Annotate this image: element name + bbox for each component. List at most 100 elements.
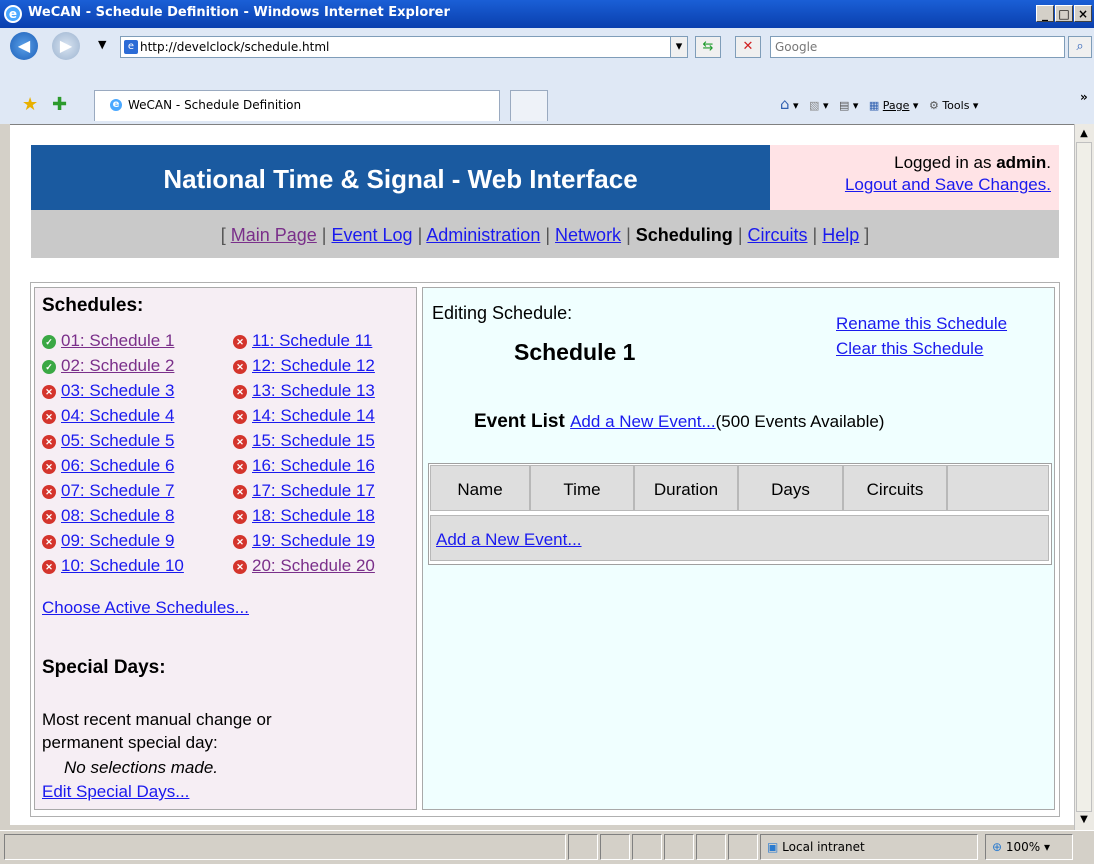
schedule-link[interactable]: 16: Schedule 16: [252, 456, 375, 475]
nav-circuits[interactable]: Circuits: [748, 225, 808, 245]
search-icon[interactable]: ⌕: [1068, 36, 1092, 58]
nav-help[interactable]: Help: [822, 225, 859, 245]
refresh-icon[interactable]: ⇆: [695, 36, 721, 58]
scroll-down-icon[interactable]: ▼: [1074, 812, 1094, 828]
security-zone[interactable]: ▣ Local intranet: [760, 834, 978, 860]
tools-menu[interactable]: Tools: [942, 99, 969, 112]
feeds-icon[interactable]: ▧: [809, 99, 819, 112]
command-bar: ⌂ ▾ ▧ ▾ ▤ ▾ ▦ Page ▾ ⚙ Tools ▾: [780, 95, 979, 113]
schedule-item: ✓ 02: Schedule 2: [42, 356, 184, 381]
schedule-link[interactable]: 02: Schedule 2: [61, 356, 174, 375]
nav-scheduling-current: Scheduling: [635, 225, 733, 245]
main-nav: [ Main Page | Event Log | Administration…: [31, 210, 1059, 258]
history-dropdown-icon[interactable]: ▼: [98, 38, 106, 51]
maximize-button[interactable]: □: [1055, 5, 1073, 22]
editing-schedule-label: Editing Schedule:: [432, 303, 573, 323]
status-cell: [568, 834, 598, 860]
schedule-list-col-1: ✓ 01: Schedule 1 ✓ 02: Schedule 2 ✕ 03: Sched…: [42, 331, 184, 581]
schedule-item: ✕ 19: Schedule 19: [233, 531, 375, 556]
window-title: WeCAN - Schedule Definition - Windows In…: [28, 5, 450, 20]
x-circle-icon: ✕: [233, 485, 247, 499]
forward-arrow-icon[interactable]: ▶: [52, 32, 80, 60]
status-text: [4, 834, 566, 860]
nav-network[interactable]: Network: [555, 225, 621, 245]
x-circle-icon: ✕: [233, 410, 247, 424]
favorites-star-icon[interactable]: ★: [22, 94, 38, 115]
nav-event-log[interactable]: Event Log: [332, 225, 413, 245]
edit-special-days-link[interactable]: Edit Special Days...: [42, 782, 189, 802]
chevron-more-icon[interactable]: »: [1080, 90, 1088, 104]
nav-bracket: ]: [864, 225, 870, 245]
schedules-heading: Schedules:: [42, 295, 144, 316]
schedule-link[interactable]: 03: Schedule 3: [61, 381, 174, 400]
schedule-link[interactable]: 18: Schedule 18: [252, 506, 375, 525]
address-dropdown-icon[interactable]: ▾: [670, 36, 688, 58]
schedule-item: ✕ 08: Schedule 8: [42, 506, 184, 531]
scrollbar-thumb[interactable]: [1076, 142, 1092, 812]
choose-active-schedules-link[interactable]: Choose Active Schedules...: [42, 598, 249, 618]
schedule-item: ✕ 16: Schedule 16: [233, 456, 375, 481]
column-header-time: Time: [530, 465, 634, 511]
schedule-item: ✕ 17: Schedule 17: [233, 481, 375, 506]
x-circle-icon: ✕: [233, 335, 247, 349]
schedule-item: ✕ 13: Schedule 13: [233, 381, 375, 406]
status-cell: [600, 834, 630, 860]
schedule-item: ✕ 04: Schedule 4: [42, 406, 184, 431]
schedule-list-col-2: ✕ 11: Schedule 11 ✕ 12: Schedule 12 ✕ 13: Sch…: [233, 331, 375, 581]
status-cell: [696, 834, 726, 860]
print-icon[interactable]: ▤: [839, 99, 849, 112]
home-icon[interactable]: ⌂: [780, 95, 790, 113]
zoom-control[interactable]: ⊕ 100% ▾: [985, 834, 1073, 860]
schedule-link[interactable]: 09: Schedule 9: [61, 531, 174, 550]
new-tab-button[interactable]: [510, 90, 548, 121]
schedule-link[interactable]: 10: Schedule 10: [61, 556, 184, 575]
schedule-link[interactable]: 20: Schedule 20: [252, 556, 375, 575]
schedule-link[interactable]: 19: Schedule 19: [252, 531, 375, 550]
x-circle-icon: ✕: [233, 360, 247, 374]
add-favorites-icon[interactable]: ✚: [52, 94, 67, 115]
schedule-link[interactable]: 05: Schedule 5: [61, 431, 174, 450]
column-header-blank: [947, 465, 1049, 511]
schedule-name: Schedule 1: [514, 339, 636, 365]
schedule-link[interactable]: 13: Schedule 13: [252, 381, 375, 400]
schedule-link[interactable]: 06: Schedule 6: [61, 456, 174, 475]
login-user: admin: [996, 153, 1047, 172]
schedule-link[interactable]: 11: Schedule 11: [252, 331, 372, 350]
scroll-up-icon[interactable]: ▲: [1074, 126, 1094, 142]
nav-main-page[interactable]: Main Page: [231, 225, 317, 245]
login-prefix: Logged in as: [894, 153, 997, 172]
add-event-row-link[interactable]: Add a New Event...: [436, 530, 582, 550]
schedule-link[interactable]: 08: Schedule 8: [61, 506, 174, 525]
schedule-link[interactable]: 04: Schedule 4: [61, 406, 174, 425]
nav-administration[interactable]: Administration: [426, 225, 540, 245]
nav-separator: |: [321, 225, 327, 245]
schedule-link[interactable]: 14: Schedule 14: [252, 406, 375, 425]
logout-link[interactable]: Logout and Save Changes.: [845, 175, 1051, 194]
schedule-link[interactable]: 15: Schedule 15: [252, 431, 375, 450]
schedule-link[interactable]: 17: Schedule 17: [252, 481, 375, 500]
schedule-link[interactable]: 07: Schedule 7: [61, 481, 174, 500]
events-available: (500 Events Available): [715, 412, 885, 431]
x-circle-icon: ✕: [233, 560, 247, 574]
schedule-item: ✕ 12: Schedule 12: [233, 356, 375, 381]
x-circle-icon: ✕: [233, 435, 247, 449]
page-menu[interactable]: Page: [883, 99, 910, 112]
schedule-item: ✕ 20: Schedule 20: [233, 556, 375, 581]
zoom-level: 100%: [1005, 840, 1041, 854]
rename-schedule-link[interactable]: Rename this Schedule: [836, 314, 1007, 334]
schedule-link[interactable]: 12: Schedule 12: [252, 356, 375, 375]
column-header-days: Days: [738, 465, 843, 511]
minimize-button[interactable]: _: [1036, 5, 1054, 22]
security-zone-label: Local intranet: [782, 840, 865, 854]
schedule-item: ✕ 05: Schedule 5: [42, 431, 184, 456]
stop-icon[interactable]: ✕: [735, 36, 761, 58]
x-circle-icon: ✕: [233, 535, 247, 549]
search-input[interactable]: Google: [770, 36, 1065, 58]
x-circle-icon: ✕: [233, 510, 247, 524]
add-event-link[interactable]: Add a New Event...: [570, 412, 716, 431]
schedule-link[interactable]: 01: Schedule 1: [61, 331, 174, 350]
close-button[interactable]: ×: [1074, 5, 1092, 22]
x-circle-icon: ✕: [42, 485, 56, 499]
back-arrow-icon[interactable]: ◀: [10, 32, 38, 60]
clear-schedule-link[interactable]: Clear this Schedule: [836, 339, 983, 359]
